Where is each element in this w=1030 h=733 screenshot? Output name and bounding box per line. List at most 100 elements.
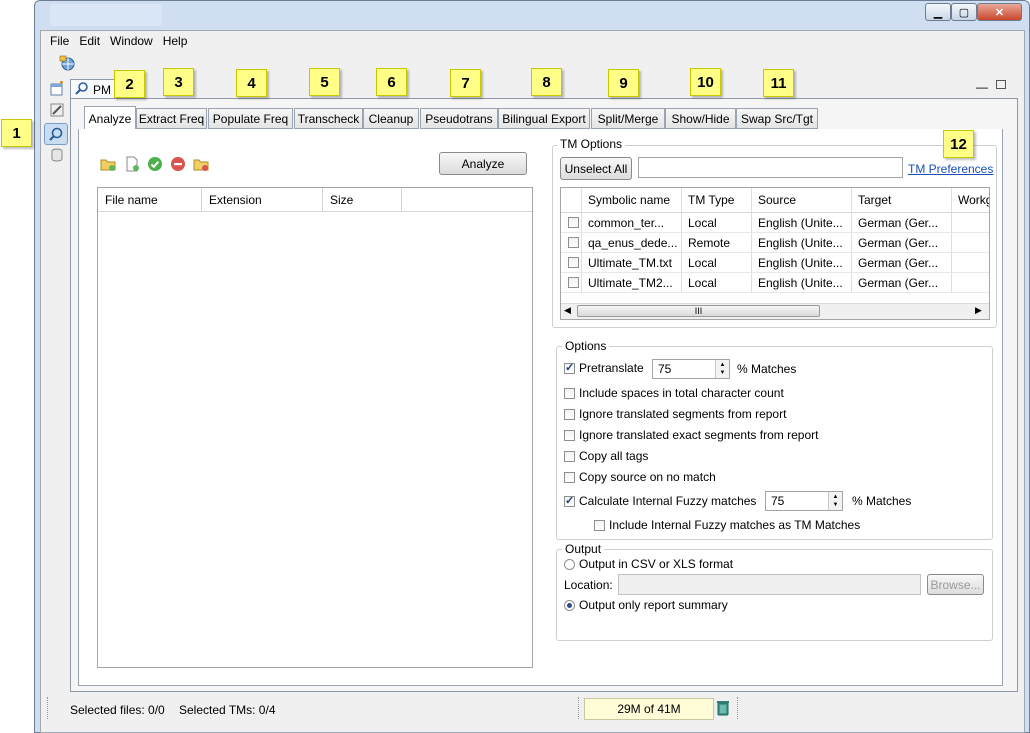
table-cell-target: German (Ger... xyxy=(852,233,952,253)
table-cell-target: German (Ger... xyxy=(852,253,952,273)
output-csv-radio[interactable] xyxy=(564,558,575,570)
column-header-target[interactable]: Target xyxy=(852,188,952,213)
callout-1: 1 xyxy=(1,119,32,147)
tab-show-hide[interactable]: Show/Hide xyxy=(665,108,736,129)
editor-perspective-icon[interactable] xyxy=(48,101,66,119)
tab-populate-freq[interactable]: Populate Freq xyxy=(208,108,293,129)
internal-fuzzy-spinner[interactable]: 75 ▲ ▼ xyxy=(765,491,843,511)
menu-help[interactable]: Help xyxy=(161,34,196,48)
table-cell-name: Ultimate_TM.txt xyxy=(582,253,682,273)
table-cell-name: qa_enus_dede... xyxy=(582,233,682,253)
tab-swap-src-tgt[interactable]: Swap Src/Tgt xyxy=(736,108,818,129)
unselect-all-button[interactable]: Unselect All xyxy=(560,157,632,180)
internal-fuzzy-checkbox[interactable] xyxy=(564,494,575,507)
column-header-size[interactable]: Size xyxy=(323,188,402,212)
tab-split-merge[interactable]: Split/Merge xyxy=(591,108,665,129)
include-spaces-row: Include spaces in total character count xyxy=(564,386,784,400)
internal-fuzzy-value: 75 xyxy=(771,494,785,508)
column-header-workgroup[interactable]: Workg xyxy=(952,188,989,213)
row-checkbox[interactable] xyxy=(568,237,579,248)
column-header-extension[interactable]: Extension xyxy=(202,188,323,212)
include-spaces-checkbox[interactable] xyxy=(564,387,575,399)
column-header-symbolic-name[interactable]: Symbolic name xyxy=(582,188,682,213)
tab-cleanup[interactable]: Cleanup xyxy=(363,108,419,129)
globe-tool-icon[interactable] xyxy=(58,54,76,72)
callout-2: 2 xyxy=(114,70,145,98)
internal-fuzzy-row: Calculate Internal Fuzzy matches xyxy=(564,494,756,508)
options-legend: Options xyxy=(562,339,610,353)
ignore-exact-checkbox[interactable] xyxy=(564,429,575,441)
row-checkbox[interactable] xyxy=(568,277,579,288)
menu-window[interactable]: Window xyxy=(108,34,161,48)
minimize-window-button[interactable]: ▁ xyxy=(925,3,951,21)
include-spaces-label: Include spaces in total character count xyxy=(579,386,784,400)
table-cell-name: Ultimate_TM2... xyxy=(582,273,682,293)
row-checkbox[interactable] xyxy=(568,257,579,268)
pretranslate-checkbox[interactable] xyxy=(564,361,575,374)
pm-perspective-icon[interactable] xyxy=(44,123,68,145)
new-perspective-icon[interactable] xyxy=(48,80,66,98)
callout-12: 12 xyxy=(943,130,974,158)
menu-file[interactable]: File xyxy=(41,34,77,48)
add-file-icon[interactable] xyxy=(124,156,140,172)
include-internal-checkbox[interactable] xyxy=(594,519,605,531)
maximize-icon: ▢ xyxy=(958,6,970,19)
tm-table[interactable]: Symbolic name TM Type Source Target Work… xyxy=(560,187,990,320)
copy-tags-checkbox[interactable] xyxy=(564,450,575,462)
column-header-source[interactable]: Source xyxy=(752,188,852,213)
output-legend: Output xyxy=(562,542,605,556)
location-input[interactable] xyxy=(618,574,921,595)
tab-pseudotrans[interactable]: Pseudotrans xyxy=(420,108,498,129)
tab-analyze[interactable]: Analyze xyxy=(84,106,136,130)
selected-tms-status: Selected TMs: 0/4 xyxy=(179,703,276,717)
status-grip xyxy=(737,697,741,719)
table-cell-type: Local xyxy=(682,213,752,233)
spinner-arrows-icon[interactable]: ▲ ▼ xyxy=(715,360,729,378)
maximize-window-button[interactable]: ▢ xyxy=(951,3,977,21)
table-cell-workgroup xyxy=(952,273,989,293)
scroll-left-icon[interactable]: ◀ xyxy=(564,305,571,316)
tab-transcheck[interactable]: Transcheck xyxy=(294,108,363,129)
callout-5: 5 xyxy=(309,68,340,96)
output-csv-row: Output in CSV or XLS format xyxy=(564,557,733,571)
scroll-grip: III xyxy=(694,306,703,316)
menu-bar: File Edit Window Help xyxy=(41,31,1024,50)
view-maximize-icon[interactable] xyxy=(996,80,1006,89)
column-header-tm-type[interactable]: TM Type xyxy=(682,188,752,213)
output-summary-radio[interactable] xyxy=(564,599,575,611)
file-table[interactable]: File name Extension Size xyxy=(97,187,533,668)
row-checkbox[interactable] xyxy=(568,217,579,228)
browse-button[interactable]: Browse... xyxy=(927,574,984,595)
pretranslate-spinner[interactable]: 75 ▲ ▼ xyxy=(652,359,730,379)
view-minimize-icon[interactable]: — xyxy=(976,80,988,94)
check-icon[interactable] xyxy=(147,156,163,172)
tab-bilingual-export[interactable]: Bilingual Export xyxy=(498,108,590,129)
internal-fuzzy-suffix: % Matches xyxy=(852,494,912,508)
column-header-file-name[interactable]: File name xyxy=(98,188,202,212)
table-cell-target: German (Ger... xyxy=(852,273,952,293)
scrollbar-thumb[interactable]: III xyxy=(577,305,820,317)
pretranslate-value: 75 xyxy=(658,362,672,376)
scroll-right-icon[interactable]: ▶ xyxy=(975,305,982,316)
tm-preferences-link[interactable]: TM Preferences xyxy=(908,162,993,176)
remove-folder-icon[interactable] xyxy=(193,156,209,172)
ignore-translated-checkbox[interactable] xyxy=(564,408,575,420)
database-perspective-icon[interactable] xyxy=(48,146,66,164)
copy-source-checkbox[interactable] xyxy=(564,471,575,483)
location-label: Location: xyxy=(564,578,613,592)
column-header-empty xyxy=(402,188,532,212)
remove-icon[interactable] xyxy=(170,156,186,172)
spinner-arrows-icon[interactable]: ▲ ▼ xyxy=(828,492,842,510)
close-window-button[interactable]: ✕ xyxy=(977,3,1022,21)
table-cell-source: English (Unite... xyxy=(752,233,852,253)
output-summary-label: Output only report summary xyxy=(579,598,728,612)
menu-edit[interactable]: Edit xyxy=(77,34,108,48)
trash-icon[interactable] xyxy=(715,699,731,717)
table-cell-target: German (Ger... xyxy=(852,213,952,233)
tab-extract-freq[interactable]: Extract Freq xyxy=(136,108,207,129)
pm-view-tab[interactable]: PM xyxy=(70,79,118,99)
tm-filter-input[interactable] xyxy=(638,157,903,178)
pretranslate-label: Pretranslate xyxy=(579,361,644,375)
add-folder-icon[interactable] xyxy=(100,156,116,172)
analyze-button[interactable]: Analyze xyxy=(439,152,527,175)
